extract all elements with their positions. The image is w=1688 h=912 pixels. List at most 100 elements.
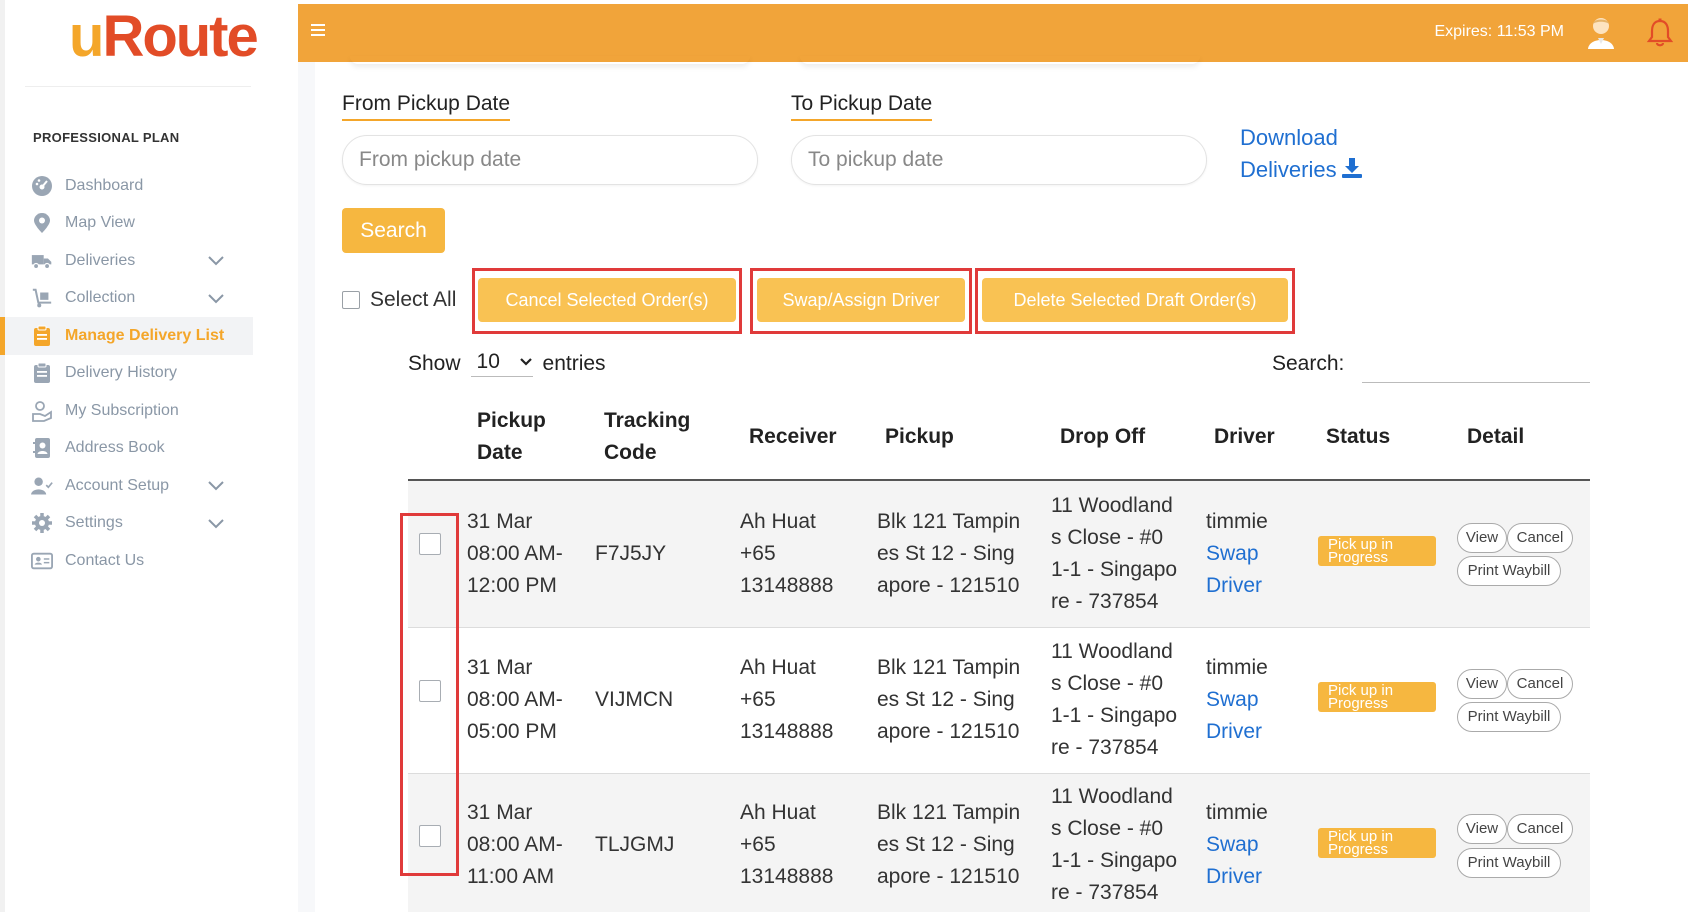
view-button[interactable]: View — [1457, 523, 1507, 553]
receiver-cell: Ah Huat +65 13148888 — [740, 510, 834, 597]
cancel-order-button[interactable]: Cancel — [1507, 669, 1573, 699]
sidebar-item-address-book[interactable]: Address Book — [5, 430, 253, 468]
sidebar-item-deliveries[interactable]: Deliveries — [5, 242, 253, 280]
user-check-icon — [31, 475, 53, 497]
column-header-pickup[interactable]: Pickup — [885, 421, 954, 453]
top-header: Expires: 11:53 PM — [298, 4, 1688, 62]
delete-selected-draft-orders-button[interactable]: Delete Selected Draft Order(s) — [982, 278, 1288, 322]
sidebar-item-manage-delivery-list[interactable]: Manage Delivery List — [0, 317, 253, 355]
pickup-date-cell: 31 Mar 08:00 AM- 11:00 AM — [467, 801, 563, 888]
plan-label: PROFESSIONAL PLAN — [33, 130, 180, 145]
pickup-date-cell: 31 Mar 08:00 AM- 05:00 PM — [467, 656, 563, 743]
cancel-order-button[interactable]: Cancel — [1507, 523, 1573, 553]
table-search-label: Search: — [1272, 352, 1345, 375]
pickup-date-cell: 31 Mar 08:00 AM- 12:00 PM — [467, 510, 563, 597]
logo-wordmark: uRoute — [69, 4, 259, 69]
cancel-order-button[interactable]: Cancel — [1507, 814, 1573, 844]
select-all-control[interactable]: Select All — [342, 288, 456, 312]
receiver-cell: Ah Huat +65 13148888 — [740, 801, 834, 888]
sidebar-item-label: Settings — [65, 514, 123, 532]
logo[interactable]: uRoute — [65, 6, 259, 68]
column-header-tracking-code[interactable]: Tracking Code — [604, 405, 690, 469]
chevron-down-icon — [208, 256, 224, 266]
download-deliveries-link[interactable]: Download Deliveries — [1240, 122, 1363, 186]
sidebar-nav: Dashboard Map View Deliveries Collection… — [0, 167, 253, 580]
sidebar-item-settings[interactable]: Settings — [5, 505, 253, 543]
sidebar-item-label: Contact Us — [65, 551, 145, 569]
notification-bell-icon[interactable] — [1646, 18, 1674, 48]
user-avatar-icon[interactable] — [1586, 16, 1616, 50]
sidebar-item-label: Dashboard — [65, 176, 144, 194]
cancel-selected-orders-button[interactable]: Cancel Selected Order(s) — [478, 278, 736, 322]
print-waybill-button[interactable]: Print Waybill — [1457, 556, 1561, 586]
tracking-code-cell: F7J5JY — [595, 542, 667, 565]
column-header-pickup-date[interactable]: Pickup Date — [477, 405, 546, 469]
sidebar-divider — [25, 86, 251, 87]
sidebar: uRoute PROFESSIONAL PLAN Dashboard Map V… — [0, 0, 259, 912]
entries-label: entries — [542, 351, 606, 375]
pickup-address-cell: Blk 121 Tampin es St 12 - Sing apore - 121… — [877, 656, 1021, 743]
view-button[interactable]: View — [1457, 669, 1507, 699]
hand-coin-icon — [31, 400, 53, 422]
sidebar-item-collection[interactable]: Collection — [5, 280, 253, 318]
driver-name: timmie — [1206, 510, 1268, 533]
show-label: Show — [408, 351, 461, 375]
swap-driver-link[interactable]: Swap Driver — [1206, 829, 1268, 893]
app-root: uRoute PROFESSIONAL PLAN Dashboard Map V… — [0, 0, 1688, 912]
download-link-line1: Download — [1240, 125, 1338, 150]
swap-driver-link[interactable]: Swap Driver — [1206, 684, 1268, 748]
sidebar-item-delivery-history[interactable]: Delivery History — [5, 355, 253, 393]
download-link-line2: Deliveries — [1240, 157, 1337, 182]
swap-driver-link[interactable]: Swap Driver — [1206, 538, 1268, 602]
from-pickup-date-input[interactable]: From pickup date — [342, 135, 758, 185]
sidebar-item-my-subscription[interactable]: My Subscription — [5, 392, 253, 430]
status-badge: Pick up in Progress — [1318, 682, 1436, 712]
column-header-detail[interactable]: Detail — [1467, 421, 1524, 453]
page-length-select[interactable]: 10 — [470, 350, 533, 377]
search-button[interactable]: Search — [342, 208, 445, 253]
sidebar-item-label: Delivery History — [65, 364, 178, 382]
select-all-checkbox[interactable] — [342, 291, 360, 309]
column-header-driver[interactable]: Driver — [1214, 421, 1275, 453]
card-shadow — [350, 56, 750, 64]
receiver-cell: Ah Huat +65 13148888 — [740, 656, 834, 743]
view-button[interactable]: View — [1457, 814, 1507, 844]
truck-icon — [31, 250, 53, 272]
tracking-code-cell: VIJMCN — [595, 688, 674, 711]
driver-name: timmie — [1206, 801, 1268, 824]
pickup-address-cell: Blk 121 Tampin es St 12 - Sing apore - 121… — [877, 801, 1021, 888]
print-waybill-button[interactable]: Print Waybill — [1457, 702, 1561, 732]
pickup-address-cell: Blk 121 Tampin es St 12 - Sing apore - 121… — [877, 510, 1021, 597]
sidebar-item-label: Manage Delivery List — [65, 326, 225, 344]
column-header-receiver[interactable]: Receiver — [749, 421, 837, 453]
sidebar-item-account-setup[interactable]: Account Setup — [5, 467, 253, 505]
chevron-down-icon — [208, 481, 224, 491]
gear-icon — [31, 512, 53, 534]
driver-name: timmie — [1206, 656, 1268, 679]
to-pickup-date-input[interactable]: To pickup date — [791, 135, 1207, 185]
dropoff-address-cell: 11 Woodland s Close - #0 1-1 - Singapo re -… — [1051, 785, 1178, 904]
sidebar-item-label: Map View — [65, 214, 135, 232]
map-pin-icon — [31, 212, 53, 234]
print-waybill-button[interactable]: Print Waybill — [1457, 848, 1561, 878]
chevron-down-icon — [519, 358, 532, 366]
highlight-box — [400, 513, 459, 876]
column-header-drop-off[interactable]: Drop Off — [1060, 421, 1145, 453]
expiry-time: Expires: 11:53 PM — [1434, 23, 1564, 40]
dolly-icon — [31, 287, 53, 309]
sidebar-item-dashboard[interactable]: Dashboard — [5, 167, 253, 205]
status-badge: Pick up in Progress — [1318, 536, 1436, 566]
sidebar-item-label: Account Setup — [65, 476, 170, 494]
column-header-status[interactable]: Status — [1326, 421, 1390, 453]
chevron-down-icon — [208, 293, 224, 303]
sidebar-item-label: Address Book — [65, 439, 165, 457]
clipboard-list-icon — [31, 362, 53, 384]
hamburger-menu-icon[interactable] — [310, 22, 326, 38]
tracking-code-cell: TLJGMJ — [595, 833, 675, 856]
select-all-label: Select All — [370, 288, 457, 311]
status-badge: Pick up in Progress — [1318, 828, 1436, 858]
table-search-input[interactable] — [1362, 350, 1590, 383]
swap-assign-driver-button[interactable]: Swap/Assign Driver — [757, 278, 965, 322]
sidebar-item-map-view[interactable]: Map View — [5, 205, 253, 243]
sidebar-item-contact-us[interactable]: Contact Us — [5, 542, 253, 580]
